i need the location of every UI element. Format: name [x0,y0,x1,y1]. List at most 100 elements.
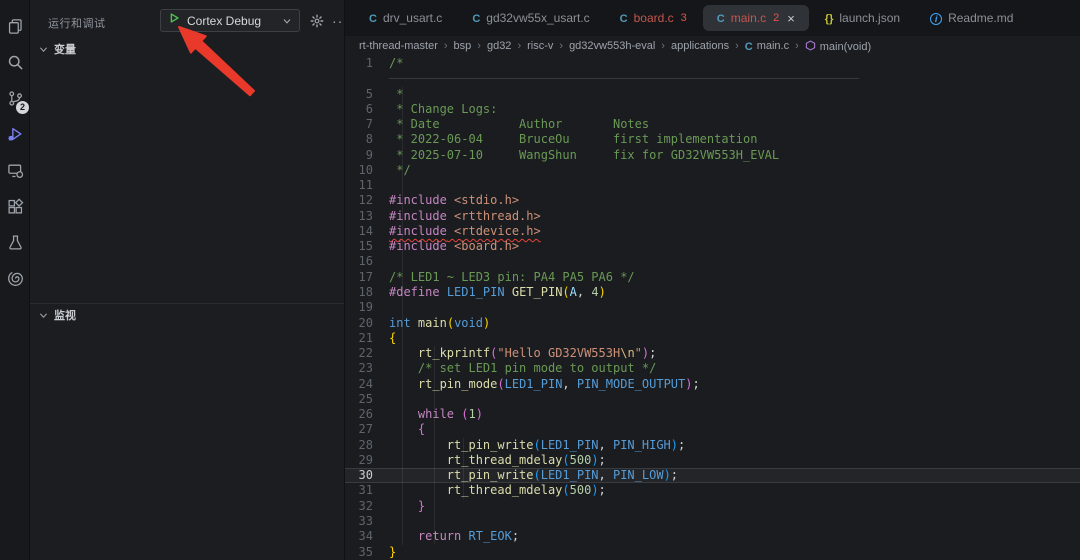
debug-icon[interactable] [0,118,30,150]
search-icon[interactable] [0,46,30,78]
remote-icon[interactable] [0,154,30,186]
vscode-window: 2 运行和调试 Cortex Debug ··· 变量 监视 C drv_usa… [0,0,1080,560]
code-text: * Date Author Notes [389,117,650,132]
line-number: 9 [365,147,373,162]
debug-config-dropdown[interactable]: Cortex Debug [160,9,300,32]
breadcrumb-item[interactable]: gd32 [487,40,511,52]
code-line[interactable]: 14 #include <rtdevice.h> [345,224,1080,239]
code-line[interactable] [345,71,1080,86]
section-label: 变量 [54,44,76,56]
code-line[interactable]: 22 rt_kprintf("Hello GD32VW553H\n"); [345,346,1080,361]
line-number: 31 [358,483,373,498]
code-line[interactable]: 12 #include <stdio.h> [345,193,1080,208]
line-number: 32 [358,498,373,513]
code-line[interactable]: 23 /* set LED1 pin mode to output */ [345,361,1080,376]
code-line[interactable]: 1 /* [345,56,1080,71]
tab-label: launch.json [839,11,901,25]
code-text: int main(void) [389,315,491,330]
breadcrumb-item[interactable]: bsp [454,40,472,52]
line-number: 23 [358,361,373,376]
code-line[interactable]: 34 return RT_EOK; [345,529,1080,544]
breadcrumb-item[interactable]: gd32vw553h-eval [569,40,655,52]
code-text: /* set LED1 pin mode to output */ [417,361,657,376]
code-text: */ [389,162,411,177]
code-text: * [389,86,404,101]
line-number: 6 [365,101,373,116]
code-line[interactable]: 10 */ [345,163,1080,178]
code-line[interactable]: 13 #include <rtthread.h> [345,209,1080,224]
tab-drv_usart.c[interactable]: Cdrv_usart.c [355,5,456,31]
breadcrumb-separator: › [735,40,739,52]
code-line[interactable]: 15 #include <board.h> [345,239,1080,254]
line-number: 27 [358,422,373,437]
code-line[interactable]: 32 } [345,499,1080,514]
tab-board.c[interactable]: Cboard.c 3 [606,5,701,31]
c-file-icon: C [619,13,628,25]
sidebar-section-watch[interactable]: 监视 [38,307,76,323]
line-number: 1 [365,56,373,70]
code-editor[interactable]: 1/* 5 * 6 * Change Logs: 7 * Date Author No… [345,56,1080,560]
line-number: 22 [358,346,373,361]
line-number: 35 [358,544,373,559]
code-line[interactable]: 6 * Change Logs: [345,102,1080,117]
code-line[interactable]: 16 [345,254,1080,269]
code-line[interactable]: 35} [345,545,1080,560]
tab-main.c[interactable]: Cmain.c 2 × [702,5,809,31]
c-file-icon: C [716,13,725,25]
sidebar-section-variables[interactable]: 变量 [38,41,76,57]
code-line[interactable]: 18 #define LED1_PIN GET_PIN(A, 4) [345,285,1080,300]
code-line[interactable]: 25 [345,392,1080,407]
code-line[interactable]: 20 int main(void) [345,316,1080,331]
breadcrumb-item[interactable]: rt-thread-master [359,40,438,52]
breadcrumb-symbol[interactable]: main(void) [805,39,871,53]
code-line[interactable]: 26 while (1) [345,407,1080,422]
code-line[interactable]: 24 rt_pin_mode(LED1_PIN, PIN_MODE_OUTPUT… [345,377,1080,392]
code-line[interactable]: 33 [345,514,1080,529]
files-icon[interactable] [0,10,30,42]
code-line[interactable]: 5 * [345,87,1080,102]
extensions-icon[interactable] [0,190,30,222]
breadcrumb-item[interactable]: applications [671,40,729,52]
breadcrumb-file[interactable]: Cmain.c [745,40,789,53]
code-line[interactable]: 19 [345,300,1080,315]
line-number: 19 [358,300,373,315]
code-line[interactable]: 17 /* LED1 ~ LED3 pin: PA4 PA5 PA6 */ [345,270,1080,285]
code-line[interactable]: 21 { [345,331,1080,346]
code-line[interactable]: 7 * Date Author Notes [345,117,1080,132]
section-label: 监视 [54,310,76,322]
code-text: * 2022-06-04 BruceOu first implementatio… [389,132,758,147]
close-icon[interactable]: × [787,12,795,25]
breadcrumb-item[interactable]: risc-v [527,40,553,52]
code-line[interactable]: 8 * 2022-06-04 BruceOu first implementat… [345,132,1080,147]
code-line[interactable]: 11 [345,178,1080,193]
code-line[interactable]: 27 { [345,422,1080,437]
code-line-current[interactable]: 30 rt_pin_write(LED1_PIN, PIN_LOW); [345,468,1080,484]
gear-icon[interactable] [310,14,324,28]
code-text: rt_kprintf("Hello GD32VW553H\n"); [417,346,657,361]
tab-label: Readme.md [948,11,1014,25]
code-text: /* LED1 ~ LED3 pin: PA4 PA5 PA6 */ [389,269,635,284]
tab-launch.json[interactable]: {} launch.json [811,5,914,31]
source-control-icon[interactable]: 2 [0,82,30,114]
line-number: 30 [358,468,373,483]
code-line[interactable]: 31 rt_thread_mdelay(500); [345,483,1080,498]
line-number: 21 [358,330,373,345]
tab-error-count: 2 [773,12,780,24]
start-debug-icon[interactable] [167,11,181,30]
tab-Readme.md[interactable]: i Readme.md [916,5,1027,31]
code-line[interactable]: 28 rt_pin_write(LED1_PIN, PIN_HIGH); [345,438,1080,453]
line-number: 15 [358,239,373,254]
tab-bar: Cdrv_usart.c Cgd32vw55x_usart.c Cboard.c 3 C… [345,0,1080,36]
code-line[interactable]: 9 * 2025-07-10 WangShun fix for GD32VW55… [345,148,1080,163]
line-number: 26 [358,407,373,422]
c-file-icon: C [472,13,481,25]
line-number: 34 [358,529,373,544]
code-line[interactable]: 29 rt_thread_mdelay(500); [345,453,1080,468]
tab-gd32vw55x_usart.c[interactable]: Cgd32vw55x_usart.c [458,5,603,31]
tab-label: board.c [633,11,674,25]
line-number: 8 [365,132,373,147]
spiral-icon[interactable] [0,262,30,294]
beaker-icon[interactable] [0,226,30,258]
line-number: 24 [358,376,373,391]
code-text: * Change Logs: [389,101,498,116]
